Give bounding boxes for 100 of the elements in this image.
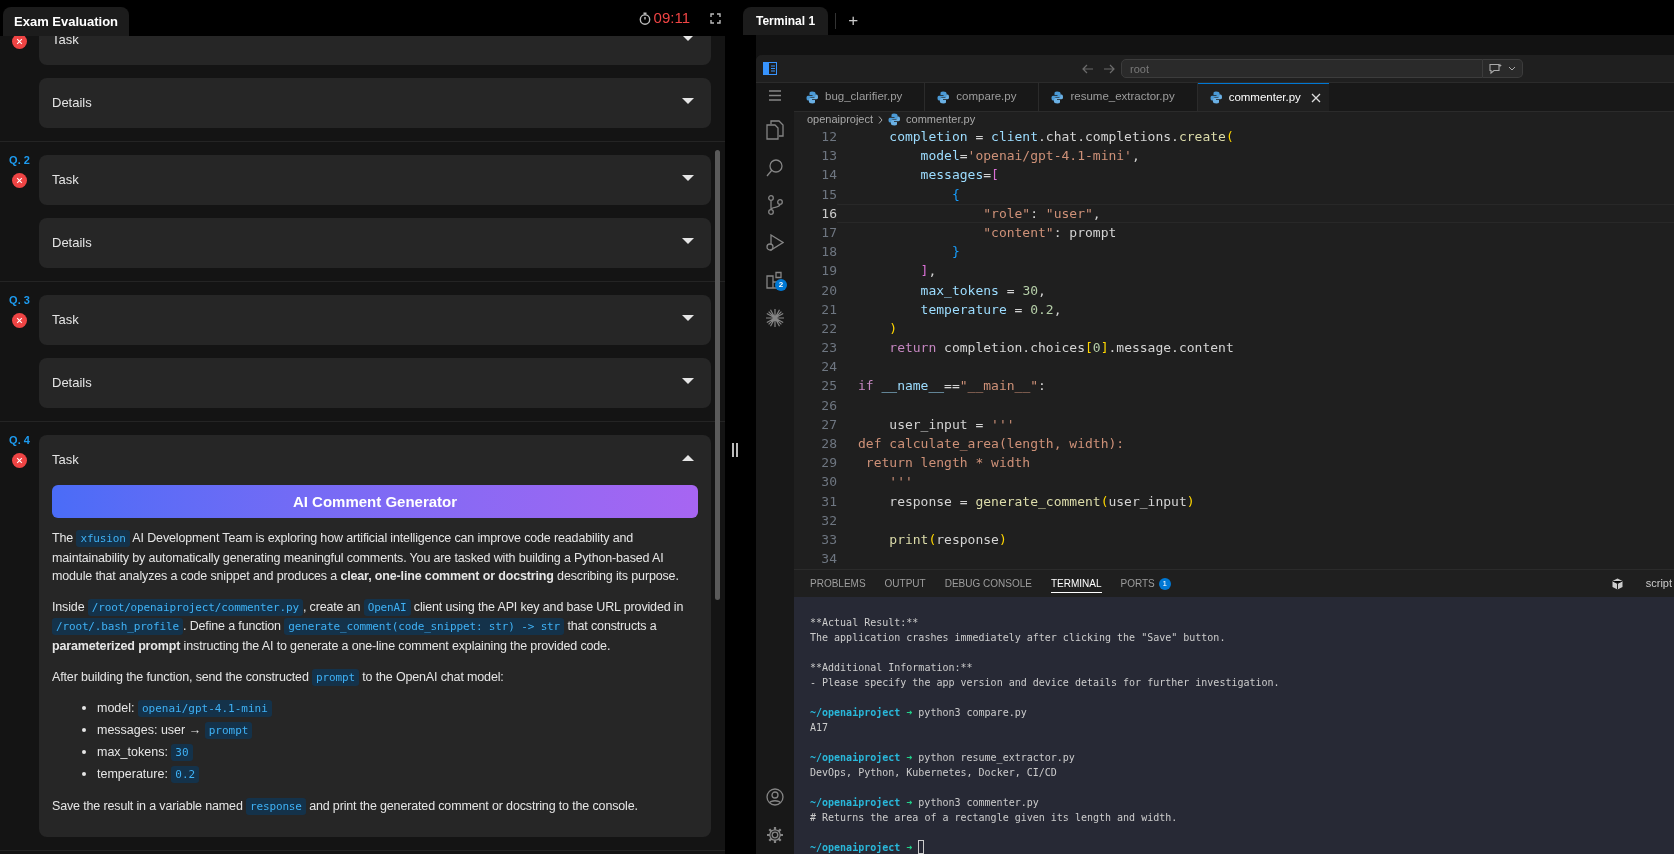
editor-tab[interactable]: commenter.py xyxy=(1197,83,1329,111)
code-line: "content": prompt xyxy=(982,224,1117,240)
prompt-path: ~/openaiproject xyxy=(810,751,901,765)
scrollbar-thumb[interactable] xyxy=(715,150,720,600)
shell-icon xyxy=(1611,577,1623,590)
caret-down-icon xyxy=(682,378,694,384)
files-icon[interactable] xyxy=(766,120,784,140)
chat-icon xyxy=(1489,62,1502,75)
line-number: 27 xyxy=(820,415,837,434)
line-number: 13 xyxy=(820,147,837,166)
badge: 2 xyxy=(775,279,787,291)
code-line: temperature = 0.2, xyxy=(919,301,1062,317)
list-item: max_tokens: 30 xyxy=(97,742,193,762)
terminal-output: The application crashes immediately after clicking the "Save" button. xyxy=(810,631,1227,645)
forward-arrow-icon[interactable] xyxy=(1103,63,1115,74)
bullet-icon xyxy=(82,706,86,711)
line-number: 19 xyxy=(820,262,837,281)
bullet-icon xyxy=(82,772,86,777)
code-line: ) xyxy=(888,320,898,336)
line-number: 33 xyxy=(820,530,837,549)
prompt-arrow: ➜ xyxy=(906,706,913,720)
editor-tab[interactable]: bug_clarifier.py xyxy=(794,83,926,111)
chat-menu-button[interactable] xyxy=(1483,59,1523,78)
accordion-header[interactable]: Task xyxy=(39,295,711,345)
code-line: return completion.choices[0].message.content xyxy=(888,340,1234,356)
line-number: 23 xyxy=(820,339,837,358)
sparkle-icon[interactable] xyxy=(766,309,784,327)
line-number: 18 xyxy=(820,243,837,262)
terminal-output: **Actual Result:** xyxy=(810,616,920,630)
python-file-icon xyxy=(888,113,902,126)
panel-tab[interactable]: DEBUG CONSOLE xyxy=(944,574,1032,593)
wrong-icon xyxy=(12,173,27,188)
breadcrumb-item[interactable]: openaiproject xyxy=(807,111,874,128)
python-file-icon xyxy=(806,90,819,104)
accordion-header[interactable]: Task xyxy=(39,155,711,205)
account-icon[interactable] xyxy=(766,788,784,806)
line-number: 25 xyxy=(820,377,837,396)
back-arrow-icon[interactable] xyxy=(1082,63,1094,74)
code-line: ''' xyxy=(888,474,913,490)
python-file-icon xyxy=(1051,90,1065,104)
editor-tab[interactable]: compare.py xyxy=(925,83,1040,111)
resize-handle[interactable] xyxy=(731,443,738,457)
wrong-icon xyxy=(12,36,27,49)
line-number: 24 xyxy=(820,358,837,377)
prompt-arrow: ➜ xyxy=(906,841,913,854)
sidebar-toggle-icon[interactable] xyxy=(763,62,777,75)
line-number: 34 xyxy=(820,550,837,569)
list-item: temperature: 0.2 xyxy=(97,764,200,784)
chevron-down-icon xyxy=(1508,66,1516,71)
terminal-output: DevOps, Python, Kubernetes, Docker, CI/CD xyxy=(810,766,1058,780)
source-control-icon[interactable] xyxy=(767,195,783,215)
python-file-icon xyxy=(1209,91,1223,104)
code-line: if __name__=="__main__": xyxy=(858,378,1046,394)
terminal-command: python3 commenter.py xyxy=(918,796,1039,810)
fullscreen-icon[interactable] xyxy=(710,12,721,24)
wrong-icon xyxy=(12,313,27,328)
line-number: 20 xyxy=(820,281,837,300)
line-number: 29 xyxy=(820,454,837,473)
line-number: 14 xyxy=(820,166,837,185)
panel-tab[interactable]: PORTS 1 xyxy=(1120,574,1171,593)
accordion-header[interactable]: Details xyxy=(39,218,711,268)
terminal-output: - Please specify the app version and device details for further investigation. xyxy=(810,676,1281,690)
search-icon[interactable] xyxy=(766,159,784,177)
code-line: response = generate_comment(user_input) xyxy=(888,493,1195,509)
code-line: completion = client.chat.completions.create( xyxy=(888,129,1234,144)
terminal-output: # Returns the area of a rectangle given its length and width. xyxy=(810,811,1179,825)
panel-tab[interactable]: TERMINAL xyxy=(1050,574,1102,593)
terminal-command: python3 compare.py xyxy=(918,706,1027,720)
panel-tab[interactable]: OUTPUT xyxy=(884,574,926,593)
breadcrumb-item[interactable]: commenter.py xyxy=(906,111,976,128)
caret-down-icon xyxy=(682,175,694,181)
caret-down-icon xyxy=(682,315,694,321)
shell-name[interactable]: script xyxy=(1645,575,1672,592)
terminal-output: A17 xyxy=(810,721,830,735)
code-line: messages=[ xyxy=(919,167,999,183)
code-line: max_tokens = 30, xyxy=(919,282,1046,298)
menu-icon[interactable] xyxy=(768,90,782,101)
run-debug-icon[interactable] xyxy=(766,234,784,252)
editor-tab[interactable]: resume_extractor.py xyxy=(1039,83,1198,111)
paragraph: After building the function, send the constructed prompt to the OpenAI chat model: xyxy=(52,667,505,688)
accordion-header[interactable]: Details xyxy=(39,358,711,408)
add-tab-button[interactable]: + xyxy=(848,7,859,35)
accordion-header[interactable]: Details xyxy=(39,78,711,128)
title-banner: AI Comment Generator xyxy=(52,485,698,518)
extensions-icon[interactable] xyxy=(766,271,784,289)
caret-down-icon xyxy=(682,238,694,244)
line-number: 31 xyxy=(820,492,837,511)
line-number: 26 xyxy=(820,396,837,415)
panel-tab[interactable]: Exam Evaluation xyxy=(3,7,130,36)
terminal-command: python resume_extractor.py xyxy=(918,751,1075,765)
terminal-output: **Additional Information:** xyxy=(810,661,974,675)
accordion-header[interactable]: Task xyxy=(39,435,711,485)
timer-text: 09:11 xyxy=(653,7,690,28)
search-field[interactable]: root xyxy=(1121,59,1483,78)
code-line: } xyxy=(950,244,960,260)
close-icon[interactable] xyxy=(1310,92,1321,103)
settings-icon[interactable] xyxy=(766,826,784,844)
terminal-tab[interactable]: Terminal 1 xyxy=(743,7,829,35)
panel-tab[interactable]: PROBLEMS xyxy=(810,574,866,593)
question-label: Q. 4 xyxy=(9,434,30,446)
